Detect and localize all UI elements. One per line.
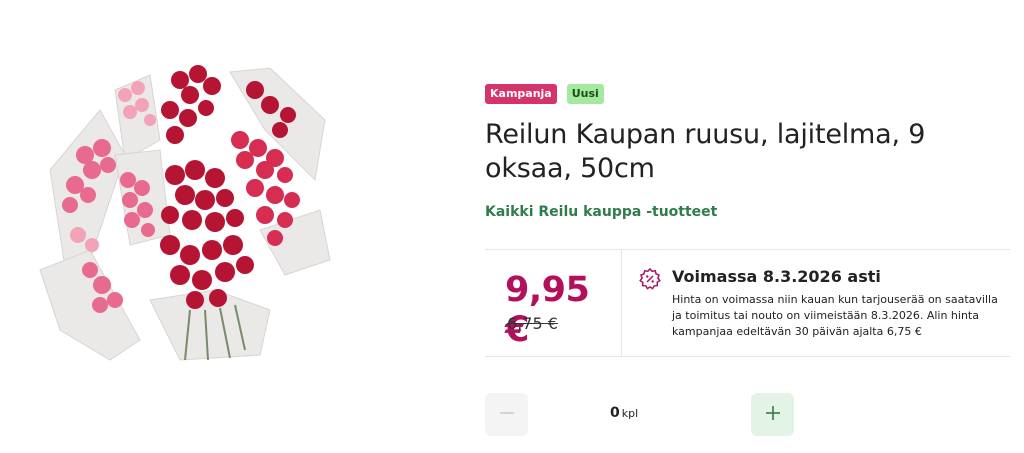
minus-icon — [498, 404, 516, 425]
product-title: Reilun Kaupan ruusu, lajitelma, 9 oksaa,… — [485, 119, 926, 184]
brand-products-link[interactable]: Kaikki Reilu kauppa -tuotteet — [485, 204, 717, 220]
discount-percent-icon — [638, 267, 662, 291]
offer-valid-until: Voimassa 8.3.2026 asti — [672, 267, 881, 286]
quantity-value: 0 — [610, 405, 620, 421]
price-column: 9,95 € 6,75 € — [485, 250, 622, 356]
offer-info: Voimassa 8.3.2026 asti Hinta on voimassa… — [622, 250, 1010, 356]
quantity-display: 0 kpl — [610, 405, 638, 421]
offer-description: Hinta on voimassa niin kauan kun tarjous… — [672, 293, 998, 338]
campaign-badge: Kampanja — [485, 84, 557, 104]
current-price: 9,95 € — [505, 270, 590, 350]
price-box: 9,95 € 6,75 € Voimassa 8.3.2026 asti Hin… — [485, 249, 1010, 357]
quantity-stepper: 0 kpl — [485, 393, 795, 437]
old-price: 6,75 € — [507, 314, 558, 333]
badges: Kampanja Uusi — [485, 84, 1010, 104]
increase-quantity-button[interactable] — [751, 393, 794, 436]
product-image — [30, 60, 340, 365]
roses-bouquet-image — [39, 65, 331, 361]
decrease-quantity-button[interactable] — [485, 393, 528, 436]
product-details: Kampanja Uusi Reilun Kaupan ruusu, lajit… — [485, 84, 1010, 220]
plus-icon — [764, 404, 782, 425]
quantity-unit: kpl — [621, 407, 639, 420]
new-badge: Uusi — [566, 84, 604, 104]
